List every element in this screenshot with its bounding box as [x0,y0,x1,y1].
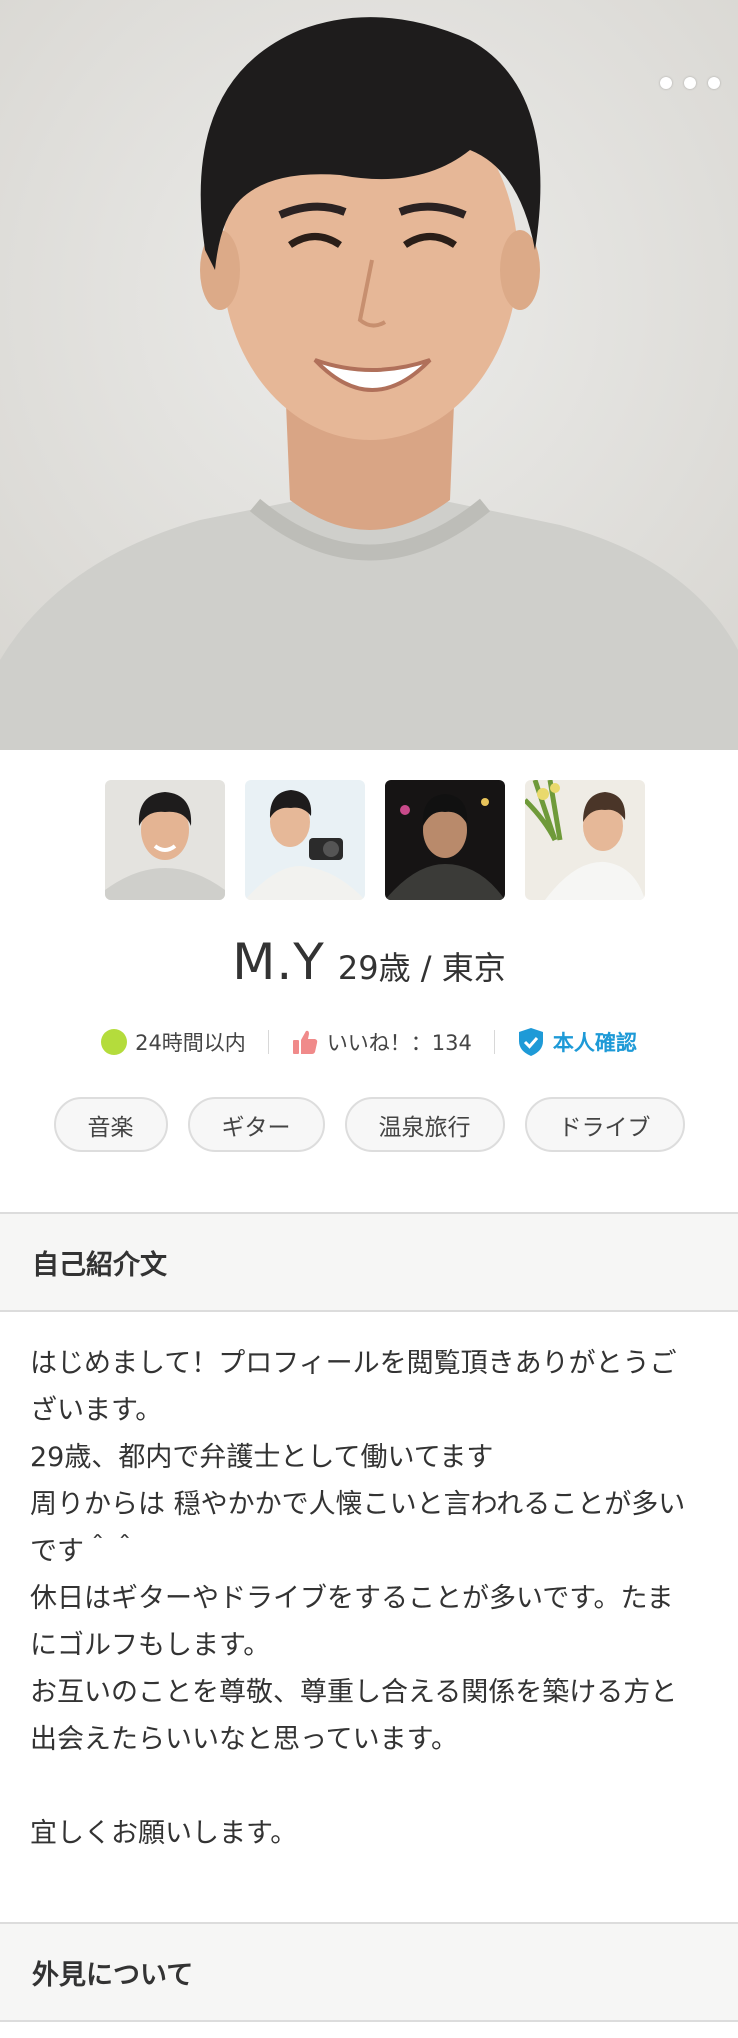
likes-count-text: いいね！：134 [326,1031,472,1055]
photo-thumbnail[interactable] [245,780,365,900]
intro-line: にゴルフもします。 [30,1630,271,1661]
thumbnail-image [105,780,225,900]
intro-section-header: 自己紹介文 [0,1212,738,1312]
intro-line: 休日はギターやドライブをすることが多いです。たま [30,1583,674,1614]
profile-photo-illustration [0,0,738,750]
intro-line: はじめまして！プロフィールを閲覧頂きありがとうご [30,1348,677,1379]
more-menu-button[interactable] [660,68,720,98]
intro-line: お互いのことを尊敬、尊重し合える関係を築ける方と [30,1677,678,1708]
identity-verified-status: 本人確認 [495,1027,659,1057]
ellipsis-dot-icon [708,77,720,89]
intro-line: 周りからは 穏やかかで人懐こいと言われることが多い [30,1489,686,1520]
profile-name-row: M.Y 29歳 / 東京 [0,932,738,1004]
profile-name: M.Y [232,933,325,991]
hobby-tag[interactable]: 温泉旅行 [344,1097,505,1152]
intro-line: です＾＾ [30,1536,138,1567]
profile-status-row: 24時間以内 いいね！：134 本人確認 [0,1026,738,1058]
thumbnail-image [525,780,645,900]
hobby-tag[interactable]: ドライブ [524,1097,685,1152]
verified-text: 本人確認 [552,1031,637,1055]
profile-age-city: 29歳 / 東京 [337,949,506,987]
intro-line: ざいます。 [30,1395,163,1426]
online-dot-icon [101,1029,128,1055]
hobby-tag[interactable]: ギター [187,1097,325,1152]
hobby-tag[interactable]: 音楽 [53,1097,168,1152]
thumbnail-image [385,780,505,900]
thumbnail-image [245,780,365,900]
last-login-text: 24時間以内 [135,1031,246,1055]
shield-check-icon [518,1028,543,1056]
intro-section-title: 自己紹介文 [32,1249,167,1281]
thumbs-up-icon [292,1030,318,1054]
intro-line: 出会えたらいいなと思っています。 [30,1724,458,1755]
ellipsis-dot-icon [660,77,672,89]
last-login-status: 24時間以内 [79,1027,268,1057]
likes-status: いいね！：134 [269,1027,494,1057]
main-profile-photo[interactable] [0,0,738,750]
photo-thumbnail[interactable] [105,780,225,900]
ellipsis-dot-icon [684,77,696,89]
appearance-section-title: 外見について [32,1959,194,1991]
photo-thumbnail[interactable] [385,780,505,900]
hobby-tags: 音楽 ギター 温泉旅行 ドライブ [0,1097,738,1152]
intro-line [30,1763,720,1810]
appearance-section-header: 外見について [0,1922,738,2022]
intro-line: 宜しくお願いします。 [30,1818,298,1849]
intro-line: 29歳、都内で弁護士として働いてます [30,1442,494,1473]
intro-text: はじめまして！プロフィールを閲覧頂きありがとうご ざいます。 29歳、都内で弁護… [30,1340,720,1857]
photo-thumbnails [105,780,645,900]
photo-thumbnail[interactable] [525,780,645,900]
